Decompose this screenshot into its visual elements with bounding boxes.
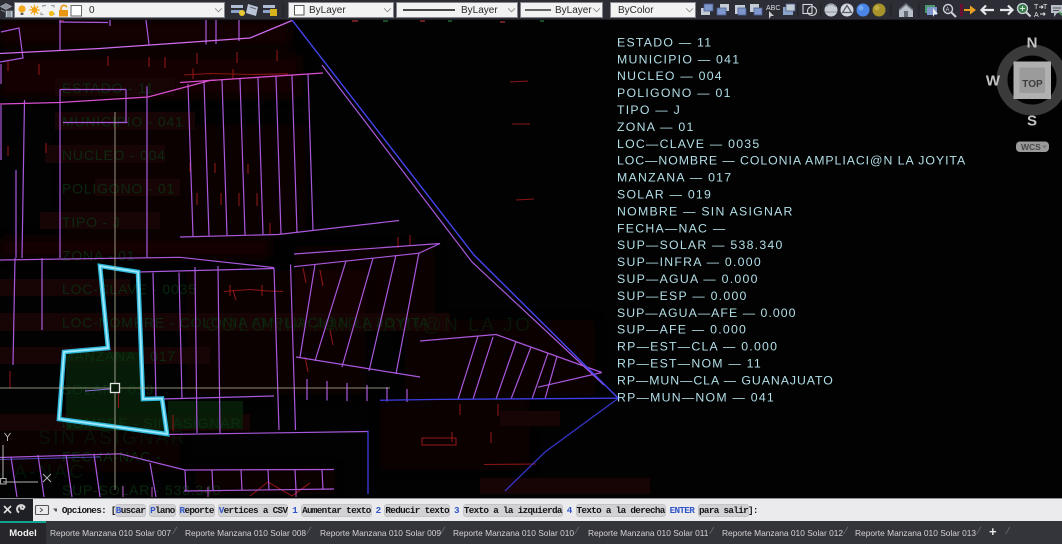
svg-text:RP—EST—NOM — 11: RP—EST—NOM — 11	[617, 357, 762, 371]
svg-text:NUCLEO — 004: NUCLEO — 004	[617, 69, 723, 83]
svg-text:SUP—SOLAR — 538.340: SUP—SOLAR — 538.340	[617, 238, 784, 252]
svg-text:S: S	[1027, 113, 1037, 130]
svg-text:NUCLEO - 004: NUCLEO - 004	[62, 147, 166, 163]
svg-text:SUP—ESP — 0.000: SUP—ESP — 0.000	[617, 289, 748, 303]
svg-text:ESTADO — 11: ESTADO — 11	[617, 35, 712, 49]
svg-text:WCS: WCS	[1021, 142, 1041, 152]
svg-text:COLONIA AMPLIACI@N LA JO: COLONIA AMPLIACI@N LA JO	[205, 315, 532, 336]
svg-text:ZONA - 01: ZONA - 01	[62, 248, 135, 264]
svg-text:ZONA — 01: ZONA — 01	[617, 120, 695, 134]
svg-text:A: A	[946, 8, 950, 14]
svg-text:LOC—NOMBRE — COLONIA AMPLIA: LOC—NOMBRE — COLONIA AMPLIACI@N LA JOYIT…	[617, 154, 966, 168]
svg-text:FECHA—NAC —: FECHA—NAC —	[617, 221, 726, 235]
svg-text:TIPO - J: TIPO - J	[62, 214, 121, 230]
svg-text:SOLAR — 019: SOLAR — 019	[617, 188, 712, 202]
svg-text:RP—EST—CLA — 0.000: RP—EST—CLA — 0.000	[617, 340, 778, 354]
svg-text:POLIGONO — 01: POLIGONO — 01	[617, 86, 732, 100]
svg-text:SUP—AGUA—AFE — 0.000: SUP—AGUA—AFE — 0.000	[617, 306, 797, 320]
svg-text:LOC-CLAVE - 0035: LOC-CLAVE - 0035	[62, 281, 197, 297]
svg-text:LOC—CLAVE — 0035: LOC—CLAVE — 0035	[617, 137, 760, 151]
svg-text:POLIGONO - 01: POLIGONO - 01	[62, 181, 175, 197]
svg-text:N: N	[1027, 35, 1038, 52]
svg-text:SUP—AGUA — 0.000: SUP—AGUA — 0.000	[617, 272, 759, 286]
svg-text:NOMBRE — SIN ASIGNAR: NOMBRE — SIN ASIGNAR	[617, 204, 794, 218]
svg-text:A-NAC -: A-NAC -	[14, 462, 102, 483]
svg-text:SUP—AFE — 0.000: SUP—AFE — 0.000	[617, 323, 747, 337]
svg-text:T: T	[1034, 4, 1039, 11]
svg-text:RP—MUN—NOM — 041: RP—MUN—NOM — 041	[617, 390, 775, 404]
svg-text:MANZANA — 017: MANZANA — 017	[617, 171, 732, 185]
svg-text:W: W	[986, 73, 1001, 90]
svg-text:ABC: ABC	[766, 5, 780, 12]
svg-text:SUP—INFRA — 0.000: SUP—INFRA — 0.000	[617, 255, 762, 269]
svg-text:MUNICIPIO — 041: MUNICIPIO — 041	[617, 52, 740, 66]
svg-text:A: A	[1034, 12, 1039, 19]
svg-text:RP—MUN—CLA — GUANAJUATO: RP—MUN—CLA — GUANAJUATO	[617, 373, 834, 387]
svg-text:TOP: TOP	[1022, 79, 1043, 90]
svg-text:ESTADO - 11: ESTADO - 11	[62, 80, 154, 96]
svg-text:MUNICIPIO - 041: MUNICIPIO - 041	[62, 114, 184, 130]
svg-text:TIPO — J: TIPO — J	[617, 103, 681, 117]
svg-text:T: T	[1043, 4, 1048, 11]
